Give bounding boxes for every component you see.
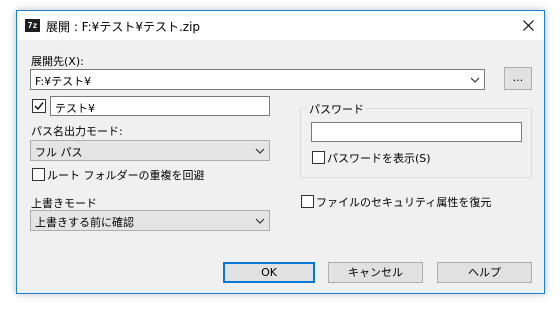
root-folder-label: ルート フォルダーの重複を回避 [47,169,205,182]
overwrite-value: 上書きする前に確認 [35,216,134,229]
subfolder-input[interactable]: テスト¥ [50,96,270,116]
path-mode-label: パス名出力モード: [31,125,123,138]
show-password-checkbox[interactable] [312,151,325,164]
cancel-button[interactable]: キャンセル [328,262,423,283]
chevron-down-icon [255,218,265,224]
chevron-down-icon [255,148,265,154]
chevron-down-icon [470,77,480,83]
window-title: 展開 : F:¥テスト¥テスト.zip [46,20,201,34]
ok-button[interactable]: OK [223,262,315,283]
root-folder-checkbox[interactable] [32,168,45,181]
password-group: パスワード パスワードを表示(S) [300,101,532,178]
show-password-label: パスワードを表示(S) [327,152,431,165]
subfolder-value: テスト¥ [55,102,95,115]
security-label: ファイルのセキュリティ属性を復元 [316,196,492,209]
path-mode-value: フル パス [35,146,83,159]
security-checkbox[interactable] [301,195,314,208]
checkmark-icon [34,102,44,111]
browse-button[interactable]: ... [504,67,532,90]
destination-label: 展開先(X): [31,55,84,68]
close-icon [522,20,534,31]
password-input[interactable] [311,122,522,142]
help-button[interactable]: ヘルプ [437,262,532,283]
password-group-title: パスワード [307,101,366,117]
overwrite-label: 上書きモード [31,197,97,210]
extract-dialog: 7z 展開 : F:¥テスト¥テスト.zip 展開先(X): F:¥テスト¥ .… [16,10,545,294]
destination-value: F:¥テスト¥ [35,75,92,88]
destination-combo[interactable]: F:¥テスト¥ [30,69,485,90]
subfolder-checkbox[interactable] [32,99,46,113]
7zip-app-icon: 7z [25,19,40,32]
overwrite-select[interactable]: 上書きする前に確認 [30,210,270,231]
path-mode-select[interactable]: フル パス [30,140,270,161]
close-button[interactable] [512,11,544,40]
title-bar: 7z 展開 : F:¥テスト¥テスト.zip [17,11,544,40]
